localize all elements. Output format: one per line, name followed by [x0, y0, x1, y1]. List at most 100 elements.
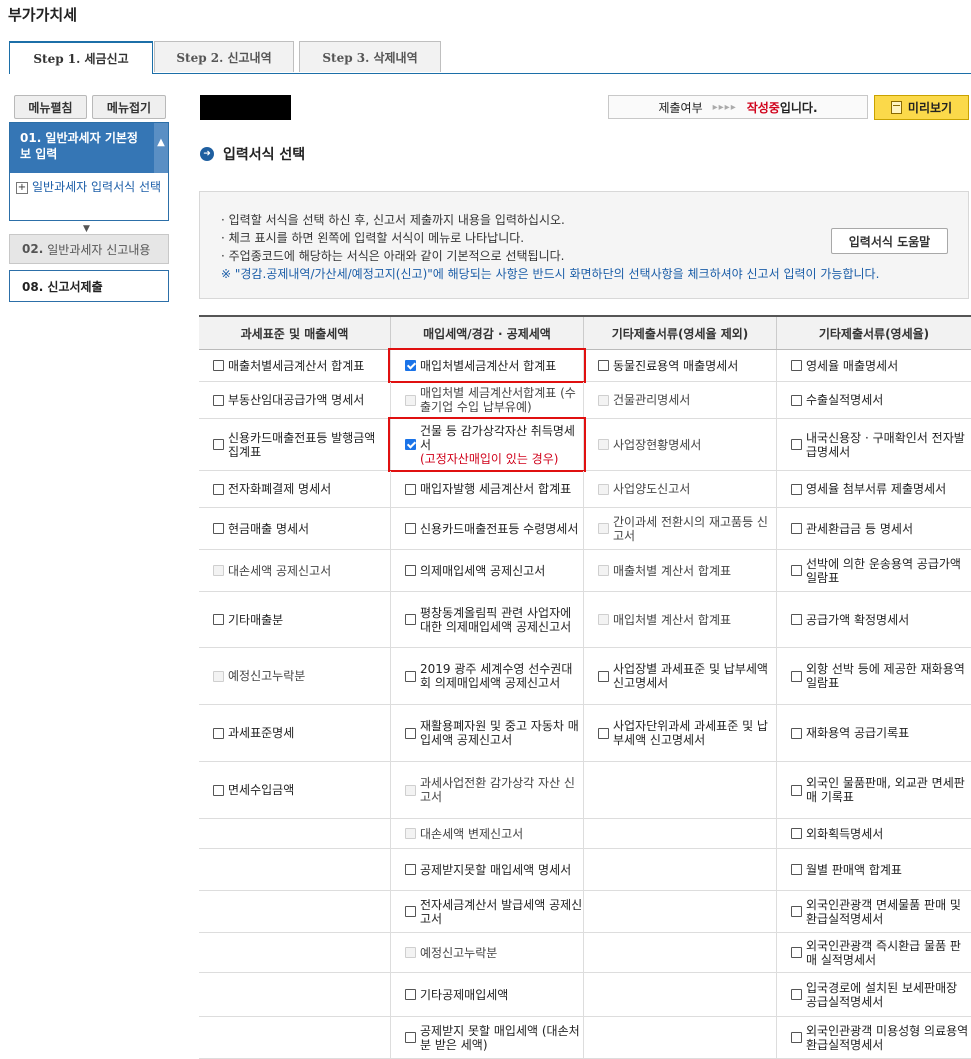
sidebar-item-form-select[interactable]: + 일반과세자 입력서식 선택: [10, 173, 168, 195]
form-option-label[interactable]: 기타공제매입세액: [420, 988, 508, 1002]
form-option-label[interactable]: 부동산임대공급가액 명세서: [228, 393, 364, 407]
form-option-label[interactable]: 건물 등 감가상각자산 취득명세서: [420, 424, 583, 452]
form-option-label[interactable]: 사업양도신고서: [613, 482, 690, 496]
tab-step2[interactable]: Step 2. 신고내역: [154, 41, 294, 72]
checkbox[interactable]: [791, 523, 802, 534]
form-option-label[interactable]: 공제받지 못할 매입세액 (대손처분 받은 세액): [420, 1024, 583, 1052]
checkbox-checked[interactable]: [405, 360, 416, 371]
checkbox[interactable]: [791, 360, 802, 371]
checkbox[interactable]: [791, 947, 802, 958]
form-option-label[interactable]: 내국신용장 · 구매확인서 전자발급명세서: [806, 431, 971, 459]
checkbox[interactable]: [791, 394, 802, 406]
checkbox[interactable]: [213, 394, 224, 406]
form-option-label[interactable]: 공제받지못할 매입세액 명세서: [420, 863, 571, 877]
form-option-label[interactable]: 의제매입세액 공제신고서: [420, 564, 545, 578]
form-option-label[interactable]: 선박에 의한 운송용역 공급가액 일람표: [806, 557, 971, 585]
form-option-label[interactable]: 매입처별세금계산서 합계표: [420, 359, 556, 373]
checkbox[interactable]: [213, 727, 224, 739]
checkbox[interactable]: [405, 989, 416, 1000]
form-option-label[interactable]: 예정신고누락분: [420, 946, 497, 960]
preview-button[interactable]: 미리보기: [874, 95, 969, 120]
form-option-label[interactable]: 기타매출분: [228, 613, 283, 627]
form-option-label[interactable]: 면세수입금액: [228, 783, 294, 797]
form-help-button[interactable]: 입력서식 도움말: [831, 228, 948, 254]
chevron-up-icon[interactable]: ▲: [154, 123, 168, 173]
plus-icon[interactable]: +: [16, 182, 28, 194]
form-option-label[interactable]: 예정신고누락분: [228, 669, 305, 683]
checkbox[interactable]: [405, 614, 416, 625]
form-option-label[interactable]: 건물관리명세서: [613, 393, 690, 407]
checkbox[interactable]: [791, 1032, 802, 1043]
checkbox[interactable]: [213, 784, 224, 796]
form-option-label[interactable]: 외국인관광객 미용성형 의료용역 환급실적명세서: [806, 1024, 971, 1052]
form-option-label[interactable]: 과세표준명세: [228, 726, 294, 740]
form-option-label[interactable]: 재화용역 공급기록표: [806, 726, 909, 740]
checkbox[interactable]: [791, 989, 802, 1000]
form-option-label[interactable]: 2019 광주 세계수영 선수권대회 의제매입세액 공제신고서: [420, 662, 583, 690]
checkbox[interactable]: [405, 565, 416, 576]
menu-close-button[interactable]: 메뉴접기: [92, 95, 166, 119]
checkbox[interactable]: [791, 565, 802, 576]
form-option-label[interactable]: 매출처별세금계산서 합계표: [228, 359, 364, 373]
form-option-label[interactable]: 사업자단위과세 과세표준 및 납부세액 신고명세서: [613, 719, 776, 747]
checkbox[interactable]: [405, 906, 416, 917]
form-option-label[interactable]: 매입처별 계산서 합계표: [613, 613, 731, 627]
checkbox[interactable]: [791, 906, 802, 917]
form-option-label[interactable]: 재활용폐자원 및 중고 자동차 매입세액 공제신고서: [420, 719, 583, 747]
menu-open-button[interactable]: 메뉴펼침: [14, 95, 87, 119]
form-option-label[interactable]: 영세율 첨부서류 제출명세서: [806, 482, 946, 496]
form-option-label[interactable]: 매입처별 세금계산서합계표 (수출기업 수입 납부유예): [420, 386, 583, 414]
form-option-label[interactable]: 월별 판매액 합계표: [806, 863, 902, 877]
checkbox[interactable]: [598, 727, 609, 739]
checkbox[interactable]: [791, 483, 802, 495]
form-option-label[interactable]: 외국인관광객 즉시환급 물품 판매 실적명세서: [806, 939, 971, 967]
form-option-label[interactable]: 전자세금계산서 발급세액 공제신고서: [420, 898, 583, 926]
checkbox[interactable]: [791, 614, 802, 625]
form-option-label[interactable]: 외항 선박 등에 제공한 재화용역 일람표: [806, 662, 971, 690]
form-option-label[interactable]: 매입자발행 세금계산서 합계표: [420, 482, 571, 496]
form-option-label[interactable]: 간이과세 전환시의 재고품등 신고서: [613, 515, 776, 543]
checkbox[interactable]: [791, 727, 802, 739]
checkbox[interactable]: [405, 670, 416, 682]
form-option-label[interactable]: 대손세액 공제신고서: [228, 564, 331, 578]
tab-step3[interactable]: Step 3. 삭제내역: [299, 41, 441, 72]
form-option-label[interactable]: 전자화폐결제 명세서: [228, 482, 331, 496]
form-option-label[interactable]: 입국경로에 설치된 보세판매장 공급실적명세서: [806, 981, 971, 1009]
form-option-label[interactable]: 대손세액 변제신고서: [420, 827, 523, 841]
form-option-label[interactable]: 현금매출 명세서: [228, 522, 309, 536]
checkbox[interactable]: [791, 784, 802, 796]
form-option-label[interactable]: 외국인관광객 면세물품 판매 및 환급실적명세서: [806, 898, 971, 926]
checkbox[interactable]: [598, 670, 609, 682]
checkbox[interactable]: [791, 864, 802, 875]
form-option-label[interactable]: 매출처별 계산서 합계표: [613, 564, 731, 578]
sidebar-section-report[interactable]: 02. 일반과세자 신고내용: [9, 234, 169, 264]
checkbox[interactable]: [213, 360, 224, 371]
sidebar-section-submit[interactable]: 08. 신고서제출: [9, 270, 169, 302]
checkbox[interactable]: [213, 439, 224, 450]
form-option-label[interactable]: 영세율 매출명세서: [806, 359, 898, 373]
form-option-label[interactable]: 공급가액 확정명세서: [806, 613, 909, 627]
form-option-label[interactable]: 사업장현황명세서: [613, 438, 701, 452]
form-option-label[interactable]: 신용카드매출전표등 발행금액 집계표: [228, 431, 390, 459]
checkbox[interactable]: [405, 1032, 416, 1043]
tab-step1[interactable]: Step 1. 세금신고: [9, 41, 153, 74]
checkbox[interactable]: [405, 727, 416, 739]
checkbox[interactable]: [405, 483, 416, 495]
form-option-label[interactable]: 외화획득명세서: [806, 827, 883, 841]
form-option-label[interactable]: 신용카드매출전표등 수령명세서: [420, 522, 578, 536]
checkbox[interactable]: [405, 864, 416, 875]
form-option-label[interactable]: 사업장별 과세표준 및 납부세액 신고명세서: [613, 662, 776, 690]
form-option-label[interactable]: 과세사업전환 감가상각 자산 신고서: [420, 776, 583, 804]
checkbox[interactable]: [213, 483, 224, 495]
form-option-label[interactable]: 외국인 물품판매, 외교관 면세판매 기록표: [806, 776, 971, 804]
checkbox[interactable]: [213, 523, 224, 534]
sidebar-section-basic-info-title[interactable]: 01. 일반과세자 기본정보 입력 ▲: [10, 123, 168, 173]
form-option-label[interactable]: 평창동계올림픽 관련 사업자에 대한 의제매입세액 공제신고서: [420, 606, 583, 634]
form-option-label[interactable]: 수출실적명세서: [806, 393, 883, 407]
form-option-label[interactable]: 동물진료용역 매출명세서: [613, 359, 738, 373]
checkbox[interactable]: [791, 828, 802, 839]
checkbox[interactable]: [405, 523, 416, 534]
checkbox[interactable]: [213, 614, 224, 625]
checkbox[interactable]: [791, 439, 802, 450]
checkbox[interactable]: [791, 670, 802, 682]
